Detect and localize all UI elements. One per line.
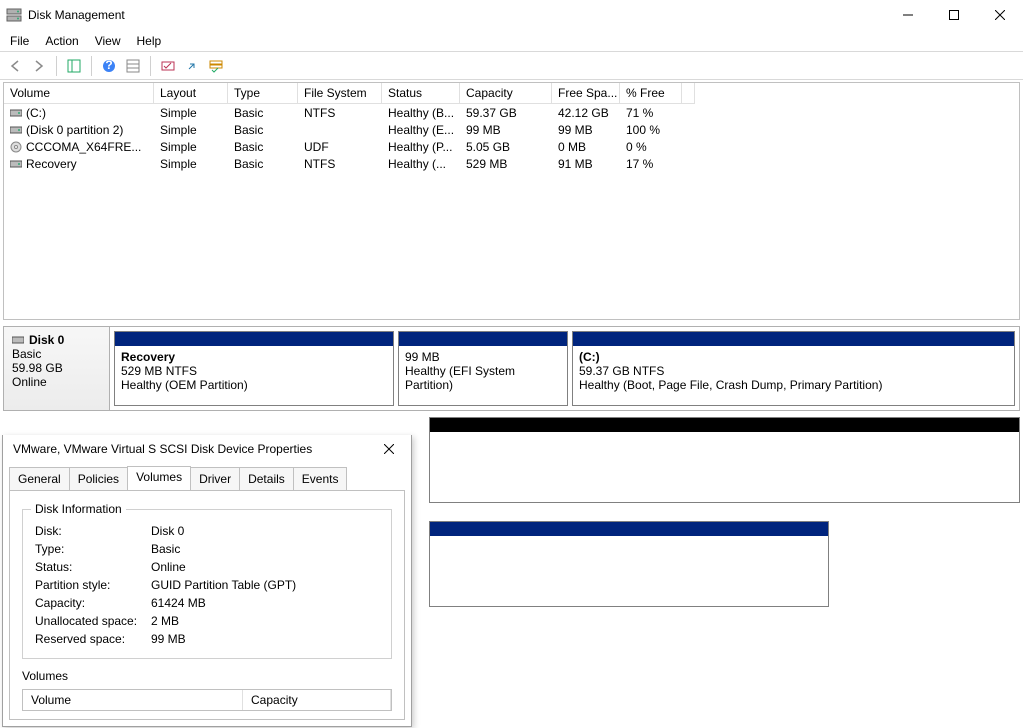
minimize-button[interactable] bbox=[885, 0, 931, 30]
svg-text:?: ? bbox=[105, 59, 112, 72]
tab-details[interactable]: Details bbox=[239, 467, 294, 490]
drive-icon bbox=[10, 158, 22, 170]
tab-events[interactable]: Events bbox=[293, 467, 348, 490]
device-properties-dialog: VMware, VMware Virtual S SCSI Disk Devic… bbox=[2, 435, 412, 727]
drive-icon bbox=[10, 124, 22, 136]
window-title: Disk Management bbox=[28, 8, 885, 22]
menu-action[interactable]: Action bbox=[37, 31, 86, 51]
help-button[interactable]: ? bbox=[98, 55, 120, 77]
dialog-close-button[interactable] bbox=[369, 436, 409, 462]
volumes-label: Volumes bbox=[22, 669, 392, 683]
dialog-tabs: General Policies Volumes Driver Details … bbox=[3, 467, 411, 490]
col-pct-free[interactable]: % Free bbox=[620, 83, 682, 104]
disk-icon bbox=[12, 334, 24, 346]
menu-bar: File Action View Help bbox=[0, 30, 1023, 52]
drive-icon bbox=[10, 107, 22, 119]
col-type[interactable]: Type bbox=[228, 83, 298, 104]
list-button[interactable] bbox=[205, 55, 227, 77]
volume-list-header[interactable]: Volume Layout Type File System Status Ca… bbox=[4, 83, 1019, 104]
maximize-button[interactable] bbox=[931, 0, 977, 30]
dialog-title-bar[interactable]: VMware, VMware Virtual S SCSI Disk Devic… bbox=[3, 435, 411, 463]
forward-button[interactable] bbox=[28, 55, 50, 77]
dialog-title: VMware, VMware Virtual S SCSI Disk Devic… bbox=[13, 442, 369, 456]
tab-policies[interactable]: Policies bbox=[69, 467, 128, 490]
col-status[interactable]: Status bbox=[382, 83, 460, 104]
partition[interactable]: (C:)59.37 GB NTFSHealthy (Boot, Page Fil… bbox=[572, 331, 1015, 406]
toolbar: ? bbox=[0, 52, 1023, 80]
partition[interactable]: 99 MBHealthy (EFI System Partition) bbox=[398, 331, 568, 406]
cd-icon bbox=[10, 141, 22, 153]
menu-view[interactable]: View bbox=[87, 31, 129, 51]
dialog-body: Disk Information Disk:Disk 0 Type:Basic … bbox=[9, 490, 405, 720]
tab-general[interactable]: General bbox=[9, 467, 70, 490]
volume-row[interactable]: CCCOMA_X64FRE...SimpleBasicUDFHealthy (P… bbox=[4, 138, 1019, 155]
refresh-button[interactable] bbox=[157, 55, 179, 77]
subcol-capacity[interactable]: Capacity bbox=[243, 690, 391, 710]
subcol-volume[interactable]: Volume bbox=[23, 690, 243, 710]
close-button[interactable] bbox=[977, 0, 1023, 30]
col-volume[interactable]: Volume bbox=[4, 83, 154, 104]
back-button[interactable] bbox=[4, 55, 26, 77]
title-bar: Disk Management bbox=[0, 0, 1023, 30]
col-capacity[interactable]: Capacity bbox=[460, 83, 552, 104]
settings-button[interactable] bbox=[122, 55, 144, 77]
volume-row[interactable]: (Disk 0 partition 2)SimpleBasicHealthy (… bbox=[4, 121, 1019, 138]
show-hide-console-tree-button[interactable] bbox=[63, 55, 85, 77]
volume-row[interactable]: RecoverySimpleBasicNTFSHealthy (...529 M… bbox=[4, 155, 1019, 172]
dialog-volume-list-header[interactable]: Volume Capacity bbox=[22, 689, 392, 711]
app-icon bbox=[6, 7, 22, 23]
partition[interactable] bbox=[429, 521, 829, 607]
volume-list[interactable]: Volume Layout Type File System Status Ca… bbox=[3, 82, 1020, 320]
menu-help[interactable]: Help bbox=[129, 31, 170, 51]
col-file-system[interactable]: File System bbox=[298, 83, 382, 104]
partition-unallocated[interactable] bbox=[429, 417, 1020, 503]
col-free-space[interactable]: Free Spa... bbox=[552, 83, 620, 104]
rescan-disks-button[interactable] bbox=[181, 55, 203, 77]
tab-volumes[interactable]: Volumes bbox=[127, 466, 191, 490]
col-layout[interactable]: Layout bbox=[154, 83, 228, 104]
tab-driver[interactable]: Driver bbox=[190, 467, 240, 490]
volume-row[interactable]: (C:)SimpleBasicNTFSHealthy (B...59.37 GB… bbox=[4, 104, 1019, 121]
disk-0-box[interactable]: Disk 0 Basic 59.98 GB Online Recovery529… bbox=[3, 326, 1020, 411]
menu-file[interactable]: File bbox=[2, 31, 37, 51]
disk-information-group: Disk Information Disk:Disk 0 Type:Basic … bbox=[22, 509, 392, 659]
partition[interactable]: Recovery529 MB NTFSHealthy (OEM Partitio… bbox=[114, 331, 394, 406]
disk-0-header[interactable]: Disk 0 Basic 59.98 GB Online bbox=[4, 327, 110, 410]
